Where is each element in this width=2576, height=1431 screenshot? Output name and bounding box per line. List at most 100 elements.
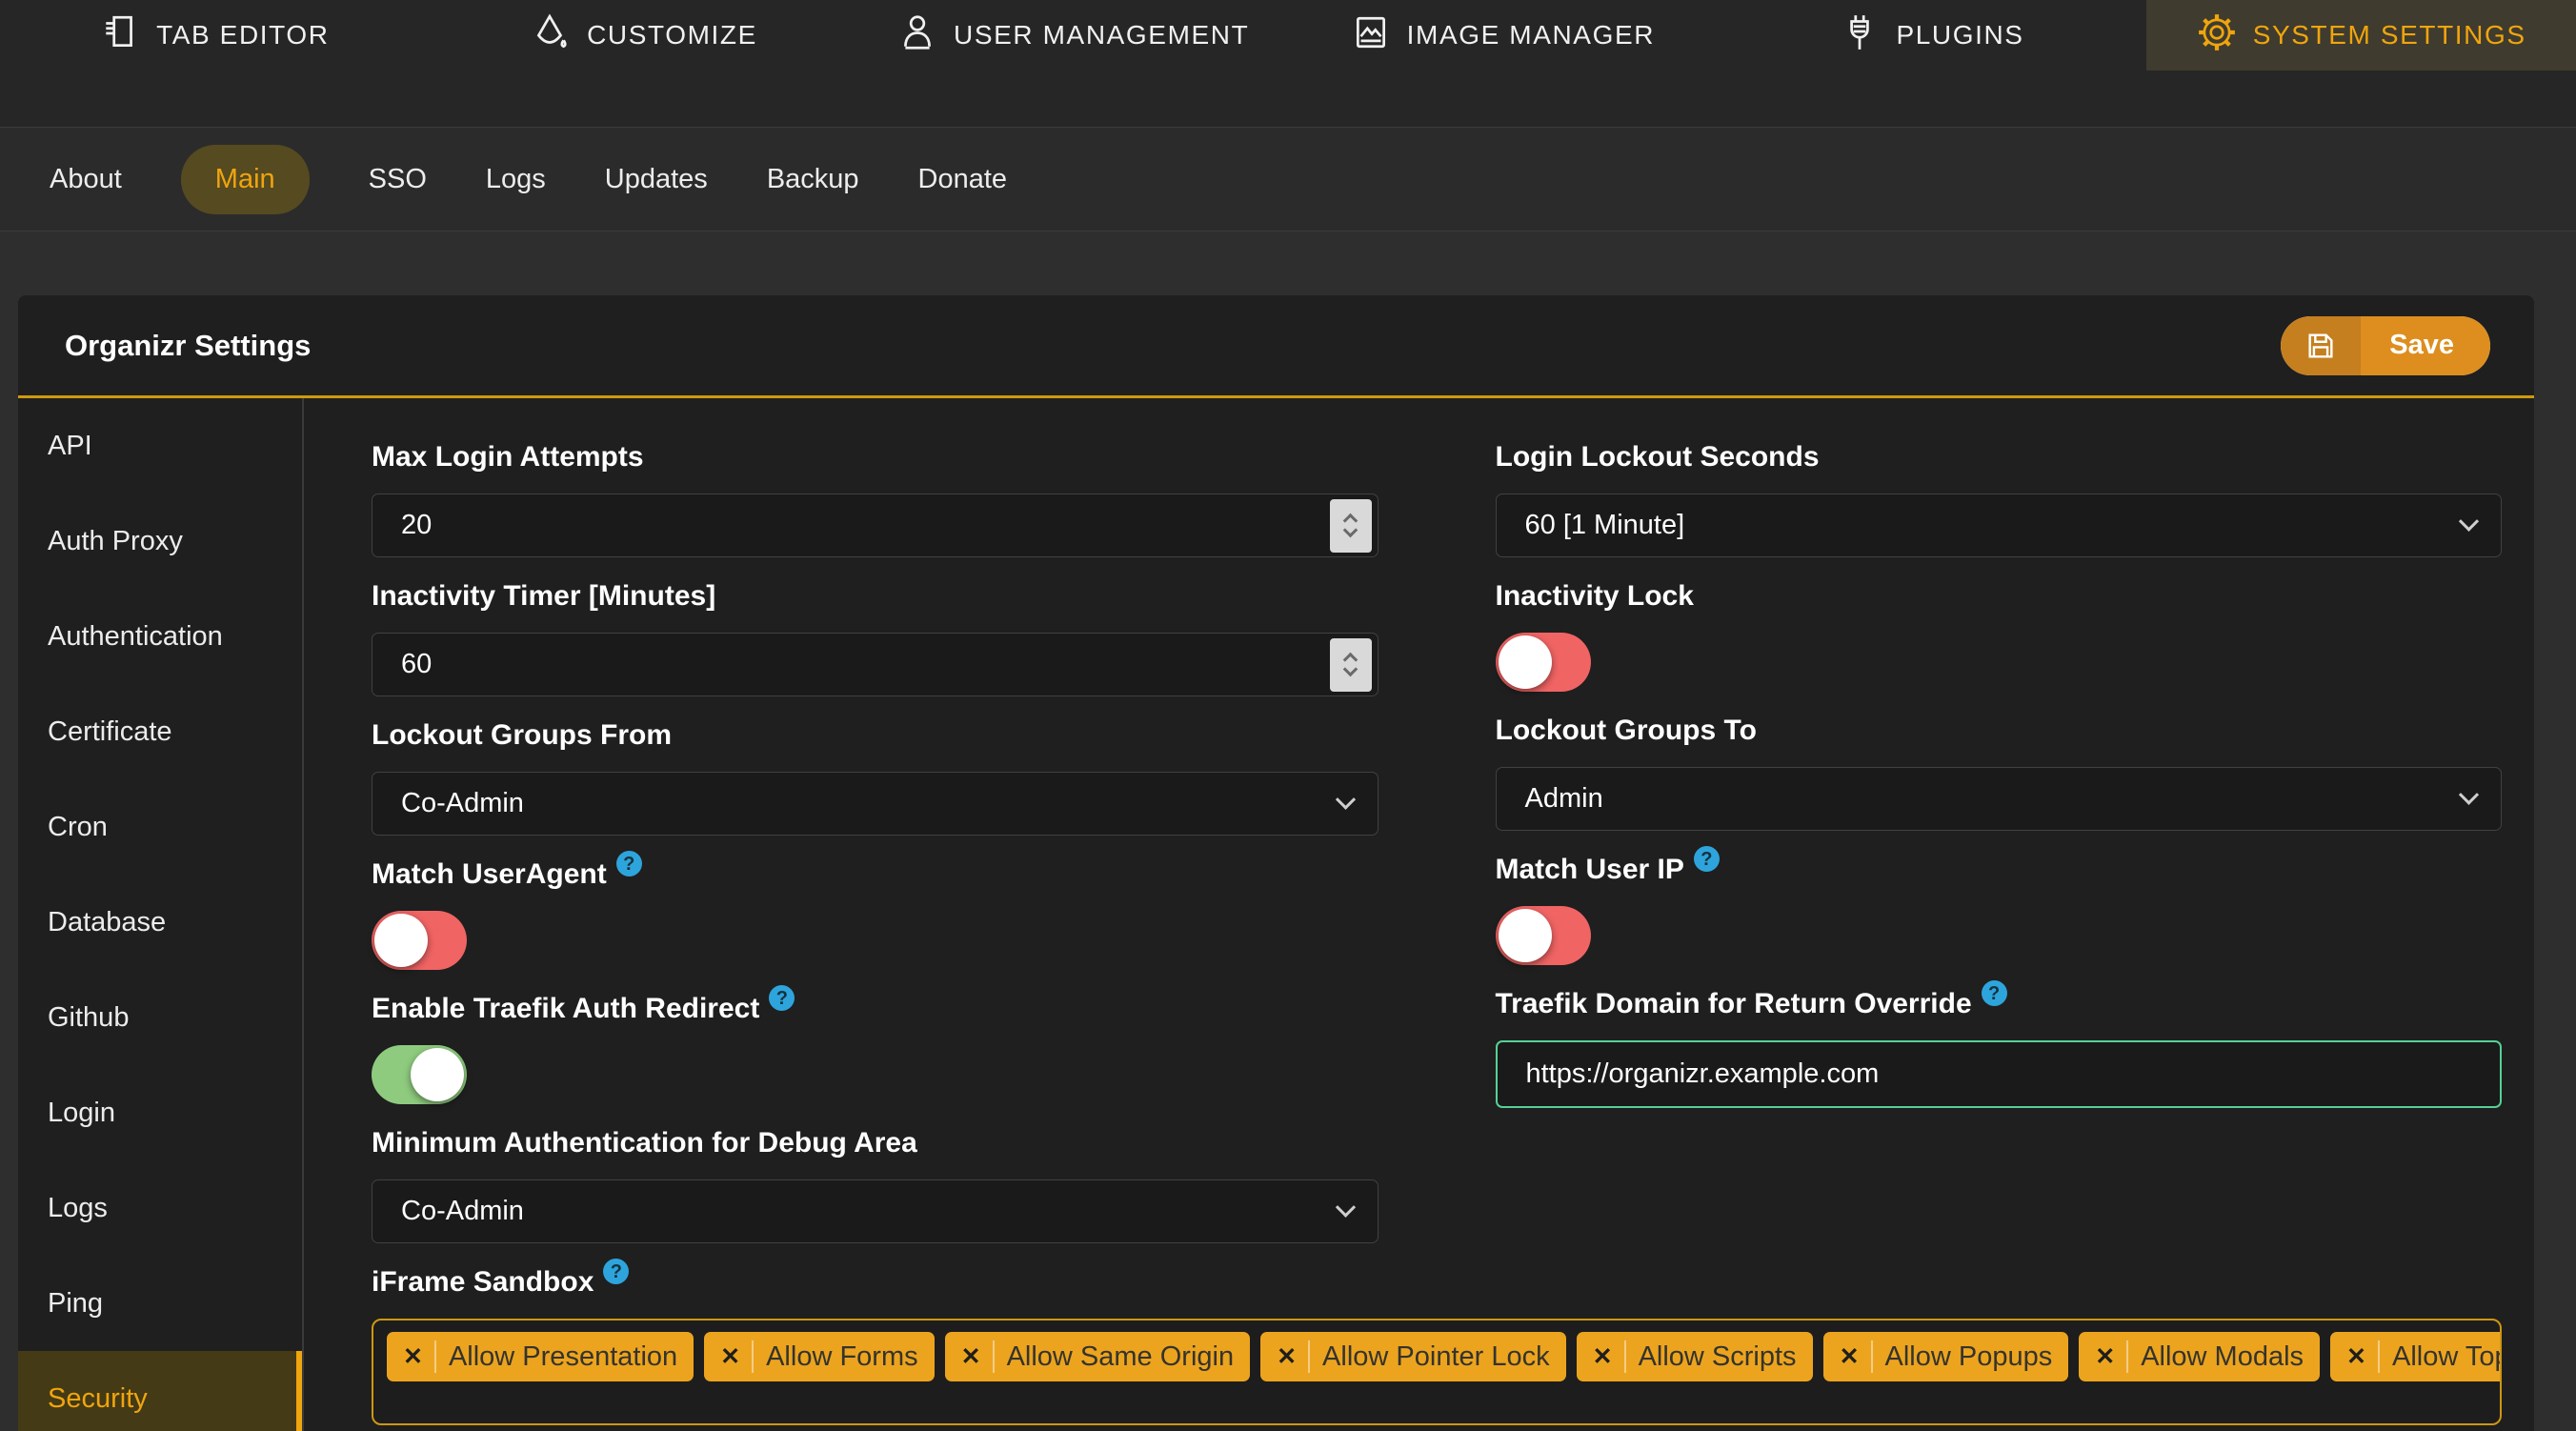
field-label: iFrame Sandbox (372, 1266, 594, 1298)
iframe-sandbox-tag-input[interactable]: ✕ Allow Presentation ✕ Allow Forms ✕ Allow … (372, 1319, 2502, 1425)
sidebar-item-auth-proxy[interactable]: Auth Proxy (18, 494, 302, 589)
lockout-groups-to-select[interactable]: Admin (1495, 767, 2502, 831)
lockout-groups-from-select[interactable]: Co-Admin (372, 772, 1379, 836)
tabs-icon (100, 12, 140, 59)
tab-backup[interactable]: Backup (767, 145, 859, 214)
remove-tag-icon[interactable]: ✕ (2346, 1342, 2366, 1371)
field-label: Match User IP (1495, 854, 1684, 885)
nav-label: USER MANAGEMENT (954, 20, 1250, 50)
tab-sso[interactable]: SSO (369, 145, 427, 214)
chevron-down-icon (2458, 511, 2480, 532)
sidebar-item-cron[interactable]: Cron (18, 779, 302, 875)
tag-label: Allow Forms (766, 1340, 918, 1372)
tab-main[interactable]: Main (180, 144, 310, 214)
inactivity-lock-toggle[interactable] (1495, 633, 1591, 692)
field-lockout-groups-to: Lockout Groups To Admin (1495, 714, 2502, 831)
field-lockout-groups-from: Lockout Groups From Co-Admin (372, 718, 1379, 836)
help-icon[interactable]: ? (1693, 846, 1720, 872)
panel-header: Organizr Settings Save (18, 295, 2534, 398)
floppy-icon (2281, 315, 2362, 375)
selected-value: 60 [1 Minute] (1524, 510, 1685, 540)
nav-user-management[interactable]: USER MANAGEMENT (858, 0, 1288, 71)
remove-tag-icon[interactable]: ✕ (2095, 1342, 2115, 1371)
sidebar-item-github[interactable]: Github (18, 970, 302, 1065)
tab-about[interactable]: About (50, 145, 122, 214)
tag-label: Allow Same Origin (1006, 1340, 1235, 1372)
sidebar-item-api[interactable]: API (18, 398, 302, 494)
remove-tag-icon[interactable]: ✕ (403, 1342, 423, 1371)
tag-label: Allow Modals (2141, 1340, 2304, 1372)
tab-donate[interactable]: Donate (918, 145, 1008, 214)
match-user-ip-toggle[interactable] (1495, 906, 1591, 965)
field-inactivity-lock: Inactivity Lock (1495, 579, 2503, 692)
login-lockout-seconds-select[interactable]: 60 [1 Minute] (1495, 494, 2502, 557)
remove-tag-icon[interactable]: ✕ (1277, 1342, 1297, 1371)
field-label: Login Lockout Seconds (1495, 441, 1820, 473)
help-icon[interactable]: ? (769, 985, 795, 1011)
max-login-attempts-input[interactable] (372, 494, 1379, 557)
sidebar-item-authentication[interactable]: Authentication (18, 589, 302, 684)
number-stepper[interactable] (1329, 498, 1372, 553)
field-traefik-domain: Traefik Domain for Return Override? (1495, 980, 2502, 1108)
remove-tag-icon[interactable]: ✕ (1840, 1342, 1860, 1371)
header-spacer (0, 71, 2576, 127)
nav-customize[interactable]: CUSTOMIZE (430, 0, 859, 71)
nav-image-manager[interactable]: IMAGE MANAGER (1288, 0, 1718, 71)
remove-tag-icon[interactable]: ✕ (961, 1342, 981, 1371)
sidebar-item-logs[interactable]: Logs (18, 1160, 302, 1256)
chevron-down-icon (1335, 1197, 1356, 1218)
field-inactivity-timer: Inactivity Timer [Minutes] (372, 579, 1379, 696)
sandbox-tag: ✕ Allow Forms (704, 1332, 935, 1381)
traefik-domain-input[interactable] (1495, 1040, 2502, 1108)
field-label: Inactivity Lock (1495, 580, 1694, 612)
nav-label: TAB EDITOR (156, 20, 330, 50)
number-stepper[interactable] (1329, 637, 1372, 692)
field-label: Lockout Groups From (372, 719, 672, 751)
top-nav: TAB EDITOR CUSTOMIZE USER MANAGEMENT IMA… (0, 0, 2576, 71)
remove-tag-icon[interactable]: ✕ (1593, 1342, 1613, 1371)
nav-tab-editor[interactable]: TAB EDITOR (0, 0, 430, 71)
field-match-useragent: Match UserAgent? (372, 851, 1379, 970)
nav-plugins[interactable]: PLUGINS (1718, 0, 2147, 71)
paint-drop-icon (531, 12, 571, 59)
sidebar-item-database[interactable]: Database (18, 875, 302, 970)
field-label: Minimum Authentication for Debug Area (372, 1127, 917, 1159)
nav-system-settings[interactable]: SYSTEM SETTINGS (2146, 0, 2576, 71)
toggle-knob (1498, 635, 1552, 689)
toggle-knob (1498, 909, 1552, 962)
field-iframe-sandbox: iFrame Sandbox? ✕ Allow Presentation ✕ All… (372, 1259, 2502, 1425)
sidebar-item-login[interactable]: Login (18, 1065, 302, 1160)
sidebar-item-ping[interactable]: Ping (18, 1256, 302, 1351)
inactivity-timer-input[interactable] (372, 633, 1379, 696)
sandbox-tag: ✕ Allow Modals (2079, 1332, 2321, 1381)
page-header: TAB EDITOR CUSTOMIZE USER MANAGEMENT IMA… (0, 0, 2576, 232)
help-icon[interactable]: ? (615, 851, 642, 877)
tag-label: Allow Top Navigation (2391, 1340, 2500, 1372)
tab-updates[interactable]: Updates (605, 145, 708, 214)
panel-body: API Auth Proxy Authentication Certificat… (18, 398, 2534, 1431)
enable-traefik-toggle[interactable] (372, 1045, 467, 1104)
field-match-user-ip: Match User IP? (1495, 846, 2503, 965)
tab-logs[interactable]: Logs (486, 145, 546, 214)
save-button[interactable]: Save (2281, 315, 2490, 375)
user-icon (897, 12, 937, 59)
toggle-knob (374, 914, 428, 967)
sandbox-tag: ✕ Allow Same Origin (944, 1332, 1251, 1381)
toggle-knob (411, 1048, 464, 1101)
sidebar-item-security[interactable]: Security (18, 1351, 302, 1431)
sandbox-tag: ✕ Allow Top Navigation (2330, 1332, 2500, 1381)
field-label: Max Login Attempts (372, 441, 644, 473)
plug-icon (1840, 12, 1880, 59)
sidebar-item-certificate[interactable]: Certificate (18, 684, 302, 779)
sandbox-tag: ✕ Allow Pointer Lock (1260, 1332, 1566, 1381)
field-label: Traefik Domain for Return Override (1495, 988, 1972, 1019)
chevron-down-icon (2458, 784, 2480, 805)
help-icon[interactable]: ? (1981, 980, 2007, 1006)
match-useragent-toggle[interactable] (372, 911, 467, 970)
remove-tag-icon[interactable]: ✕ (720, 1342, 740, 1371)
field-min-auth-debug: Minimum Authentication for Debug Area Co… (372, 1126, 1379, 1243)
selected-value: Admin (1524, 783, 1603, 814)
help-icon[interactable]: ? (603, 1259, 630, 1284)
min-auth-debug-select[interactable]: Co-Admin (372, 1179, 1379, 1243)
field-label: Lockout Groups To (1495, 715, 1757, 746)
